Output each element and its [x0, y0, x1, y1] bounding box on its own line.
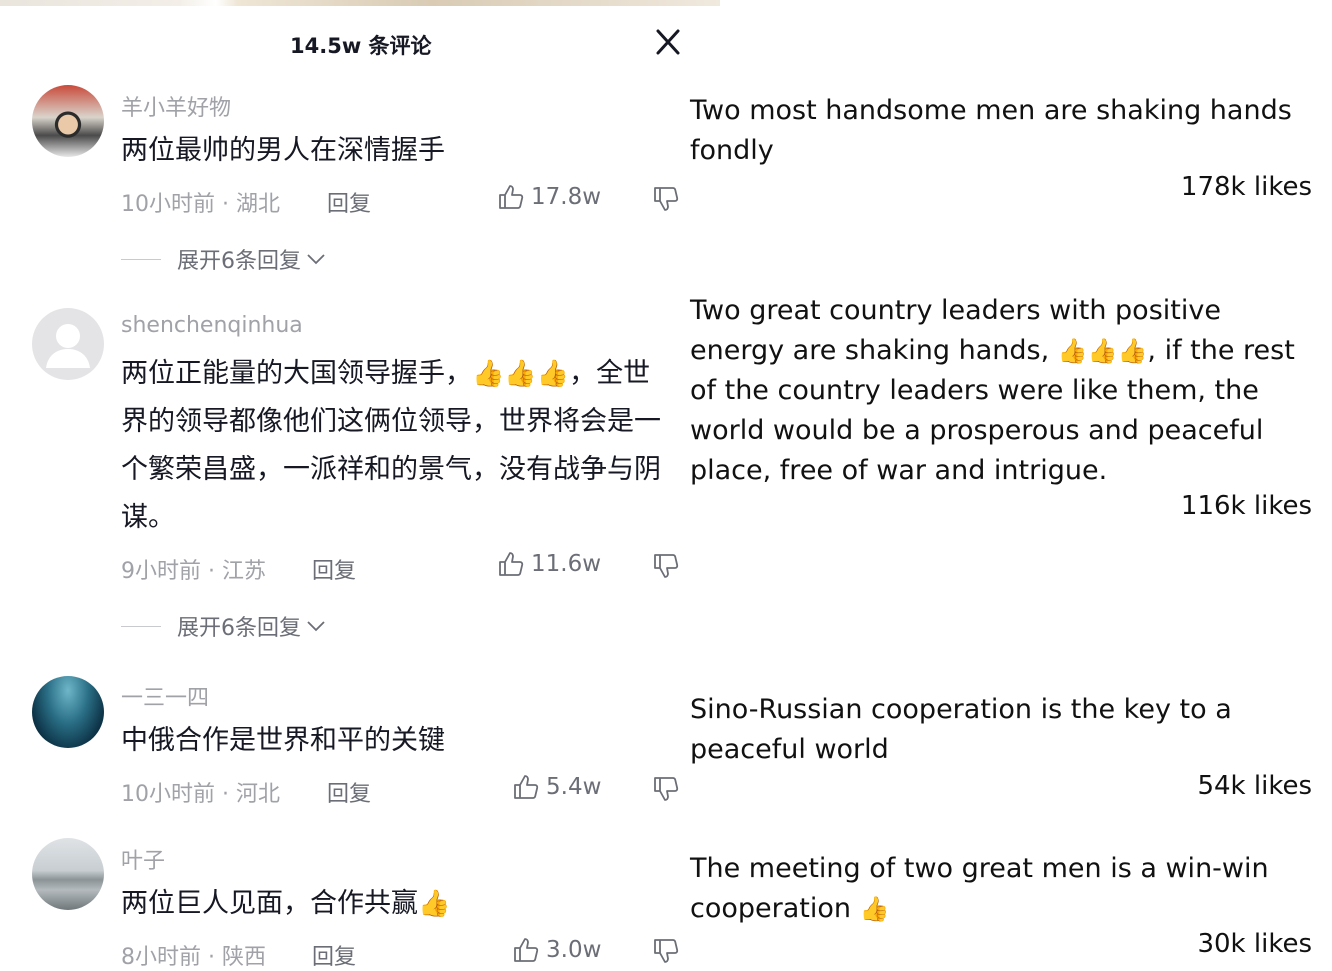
comment-count-title: 14.5w 条评论 — [290, 34, 432, 58]
default-avatar-icon — [46, 324, 90, 368]
reply-button[interactable]: 回复 — [327, 186, 371, 218]
username[interactable]: shenchenqinhua — [121, 313, 303, 338]
avatar[interactable] — [32, 676, 104, 748]
divider — [121, 258, 161, 260]
dislike-button[interactable] — [652, 937, 680, 965]
translation-likes: 30k likes — [1197, 929, 1312, 959]
thumbs-up-icon — [514, 775, 539, 799]
avatar[interactable] — [32, 838, 104, 910]
close-button[interactable] — [650, 26, 686, 58]
comment-text: 两位巨人见面，合作共赢👍 — [121, 880, 676, 928]
dislike-button[interactable] — [652, 552, 680, 580]
expand-replies-button[interactable]: 展开6条回复 — [121, 243, 327, 275]
like-count: 17.8w — [531, 184, 602, 210]
chevron-down-icon — [307, 254, 325, 265]
thumbs-up-icon — [499, 552, 524, 576]
thumbs-down-icon — [654, 554, 679, 578]
translation-likes: 54k likes — [1197, 771, 1312, 801]
reply-button[interactable]: 回复 — [327, 776, 371, 808]
thumbs-down-icon — [654, 777, 679, 801]
thumbs-up-emoji: 👍👍👍 — [1057, 337, 1148, 365]
thumbs-up-emoji: 👍👍👍 — [472, 359, 570, 389]
comment-text: 两位最帅的男人在深情握手 — [121, 135, 445, 166]
comment-meta: 10小时前 · 河北 — [121, 782, 280, 807]
expand-replies-button[interactable]: 展开6条回复 — [121, 610, 327, 642]
expand-replies-label: 展开6条回复 — [177, 249, 301, 274]
comment-meta: 10小时前 · 湖北 — [121, 192, 280, 217]
comment-text: 两位正能量的大国领导握手，👍👍👍，全世界的领导都像他们这俩位领导，世界将会是一个… — [121, 350, 676, 542]
like-button[interactable]: 3.0w — [512, 936, 601, 964]
like-count: 11.6w — [531, 551, 602, 577]
close-icon — [656, 29, 680, 55]
thumbs-down-icon — [654, 939, 679, 963]
avatar[interactable] — [32, 308, 104, 380]
divider — [121, 625, 161, 627]
like-button[interactable]: 11.6w — [497, 550, 601, 578]
like-button[interactable]: 17.8w — [497, 183, 601, 211]
comment-text: 中俄合作是世界和平的关键 — [121, 725, 445, 756]
username[interactable]: 一三一四 — [121, 680, 209, 712]
thumbs-up-icon — [499, 185, 524, 209]
thumbs-up-icon — [514, 938, 539, 962]
expand-replies-label: 展开6条回复 — [177, 616, 301, 641]
translation-text: The meeting of two great men is a win-wi… — [690, 853, 1269, 924]
avatar[interactable] — [32, 85, 104, 157]
reply-button[interactable]: 回复 — [312, 553, 356, 585]
username[interactable]: 羊小羊好物 — [121, 90, 231, 122]
comment-meta: 9小时前 · 江苏 — [121, 559, 266, 584]
video-thumbnail-strip — [0, 0, 720, 6]
thumbs-up-emoji: 👍 — [418, 889, 451, 919]
translation-text: Two great country leaders with positive … — [690, 295, 1295, 486]
dislike-button[interactable] — [652, 185, 680, 213]
translation-text: Two most handsome men are shaking hands … — [690, 95, 1292, 166]
like-button[interactable]: 5.4w — [512, 773, 601, 801]
comment-meta: 8小时前 · 陕西 — [121, 945, 266, 970]
like-count: 3.0w — [546, 937, 602, 963]
chevron-down-icon — [307, 621, 325, 632]
translation-text: Sino-Russian cooperation is the key to a… — [690, 694, 1232, 765]
translation-likes: 116k likes — [1180, 491, 1312, 521]
thumbs-up-emoji: 👍 — [859, 895, 890, 923]
translation-likes: 178k likes — [1180, 172, 1312, 202]
username[interactable]: 叶子 — [121, 843, 165, 875]
like-count: 5.4w — [546, 774, 602, 800]
reply-button[interactable]: 回复 — [312, 939, 356, 971]
dislike-button[interactable] — [652, 775, 680, 803]
thumbs-down-icon — [654, 187, 679, 211]
